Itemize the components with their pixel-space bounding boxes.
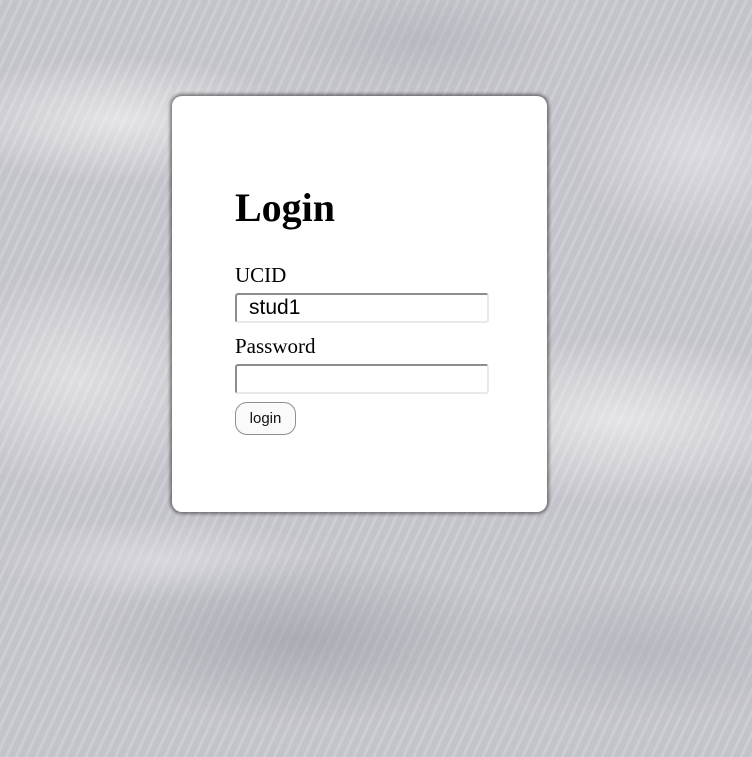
page-title: Login: [235, 185, 336, 230]
login-page: { "login": { "title": "Login", "ucid_lab…: [0, 0, 752, 757]
ucid-input[interactable]: [235, 293, 489, 323]
login-form: Login UCID Password login: [235, 184, 489, 435]
password-label: Password: [235, 334, 316, 358]
login-card: Login UCID Password login: [172, 96, 547, 512]
password-input[interactable]: [235, 364, 489, 394]
login-button[interactable]: login: [235, 402, 296, 435]
ucid-label: UCID: [235, 263, 287, 287]
